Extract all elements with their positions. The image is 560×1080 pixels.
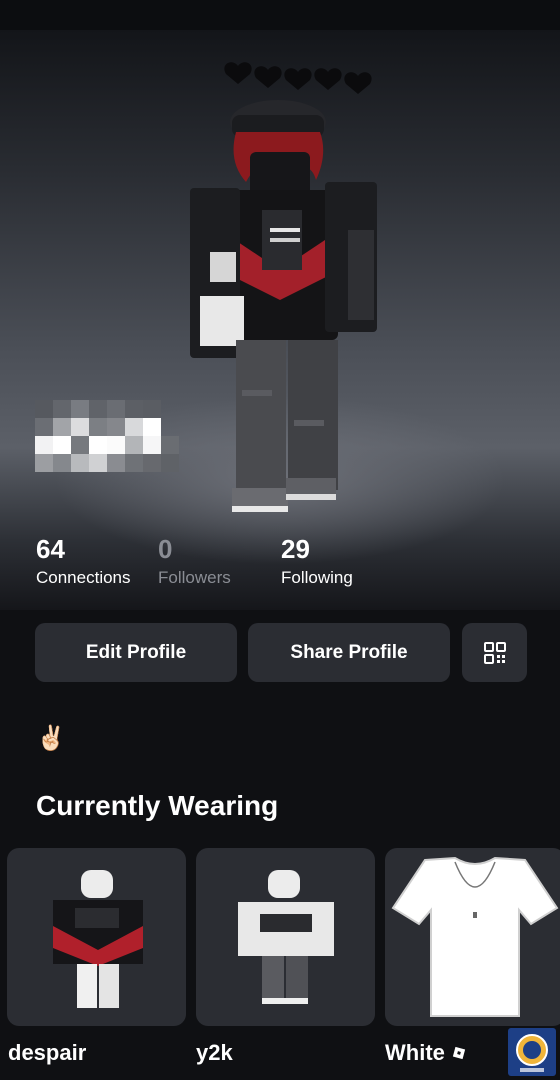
share-profile-button[interactable]: Share Profile [248, 623, 450, 682]
avatar-figure [190, 62, 377, 512]
stat-value: 0 [158, 534, 173, 564]
item-thumbnail [238, 870, 334, 1004]
logo-icon [516, 1034, 548, 1072]
item-thumbnail [53, 870, 143, 1008]
stat-followers[interactable]: 0 Followers [158, 535, 231, 589]
watermark-badge [508, 1028, 556, 1076]
qr-code-button[interactable] [462, 623, 527, 682]
qr-code-icon [483, 641, 506, 664]
edit-profile-button[interactable]: Edit Profile [35, 623, 237, 682]
stat-value: 29 [281, 534, 310, 564]
bio-text: ✌🏻 [36, 725, 66, 752]
currently-wearing-heading: Currently Wearing [36, 790, 279, 821]
wearing-item-name[interactable]: y2k [196, 1040, 233, 1066]
wearing-item-name-group[interactable]: White [385, 1040, 467, 1066]
wearing-item-card[interactable] [196, 848, 375, 1026]
wearing-item-name: White [385, 1040, 445, 1065]
profile-stats: 64 Connections 0 Followers 29 Following [0, 535, 560, 595]
limited-item-icon [452, 1046, 466, 1060]
wearing-item-card[interactable] [7, 848, 186, 1026]
stat-label: Followers [158, 568, 231, 587]
item-thumbnail [391, 856, 559, 1017]
avatar-showcase [0, 30, 560, 610]
hearts-accessory [224, 62, 372, 94]
wearing-item-card[interactable] [385, 848, 560, 1026]
stat-label: Connections [36, 568, 131, 587]
status-bar [0, 0, 560, 30]
stat-label: Following [281, 568, 353, 587]
username-pixelated [35, 400, 179, 472]
stat-connections[interactable]: 64 Connections [36, 535, 131, 589]
stat-following[interactable]: 29 Following [281, 535, 353, 589]
wearing-item-name[interactable]: despair [8, 1040, 86, 1066]
stat-value: 64 [36, 534, 65, 564]
